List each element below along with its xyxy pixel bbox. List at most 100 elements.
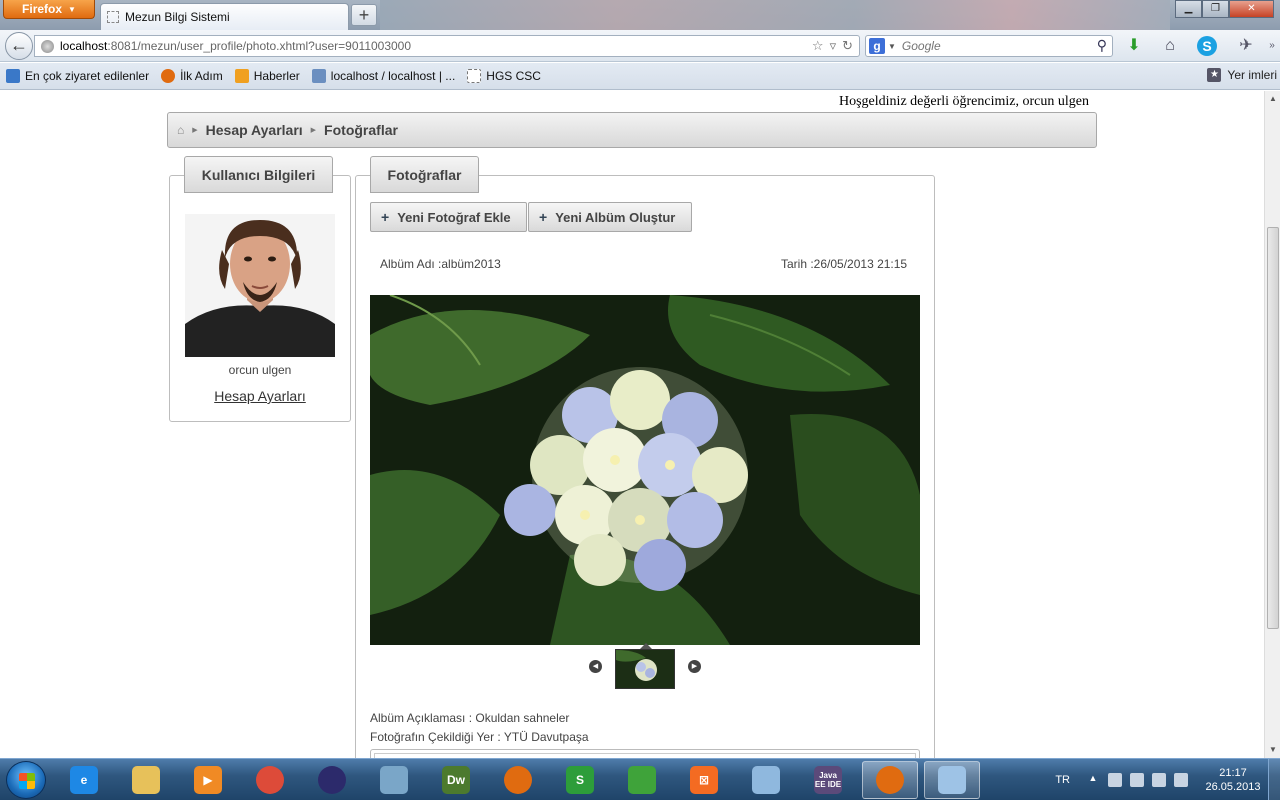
- new-album-button[interactable]: + Yeni Albüm Oluştur: [528, 202, 692, 232]
- taskbar-app-button[interactable]: [862, 761, 918, 799]
- chevron-right-icon: ▶: [310, 127, 317, 134]
- home-icon[interactable]: ⌂: [177, 123, 184, 137]
- scroll-down-icon[interactable]: ▼: [1265, 742, 1280, 758]
- button-label: Yeni Fotoğraf Ekle: [397, 209, 511, 225]
- taskbar-app-button[interactable]: ▶: [180, 761, 236, 799]
- album-description: Albüm Açıklaması : Okuldan sahneler: [370, 711, 570, 725]
- plus-icon: +: [381, 209, 390, 225]
- bookmark-item[interactable]: HGS CSC: [467, 69, 541, 83]
- phpmyadmin-icon: [311, 69, 326, 83]
- comment-area[interactable]: [370, 749, 920, 758]
- bookmark-label: localhost / localhost | ...: [330, 69, 456, 83]
- most-visited-icon: [6, 69, 20, 83]
- taskbar-app-button[interactable]: e: [56, 761, 112, 799]
- history-dropdown-icon[interactable]: ▿: [830, 38, 837, 54]
- chevron-up-icon[interactable]: ▲: [1086, 773, 1100, 787]
- firefox-menu-button[interactable]: Firefox ▼: [3, 0, 95, 19]
- bookmark-item[interactable]: localhost / localhost | ...: [311, 69, 456, 83]
- breadcrumb-item[interactable]: Hesap Ayarları: [206, 122, 303, 138]
- action-center-icon[interactable]: [1108, 773, 1122, 787]
- skype-icon[interactable]: S: [1197, 36, 1217, 56]
- next-arrow-icon[interactable]: ▶: [688, 660, 701, 673]
- main-photo[interactable]: [370, 295, 920, 645]
- home-icon[interactable]: ⌂: [1160, 36, 1180, 56]
- windows-logo-icon: [19, 773, 35, 789]
- dreamweaver-icon: Dw: [442, 766, 470, 794]
- avatar: [185, 214, 335, 357]
- new-tab-button[interactable]: +: [351, 4, 377, 26]
- chrome-icon: [256, 766, 284, 794]
- start-button[interactable]: [6, 761, 46, 799]
- album-date: Tarih :26/05/2013 21:15: [781, 257, 908, 271]
- search-icon[interactable]: ⚲: [1097, 37, 1107, 54]
- clock[interactable]: 21:17 26.05.2013: [1198, 766, 1268, 794]
- taskbar-app-button[interactable]: [304, 761, 360, 799]
- previous-arrow-icon[interactable]: ◀: [589, 660, 602, 673]
- breadcrumb-item[interactable]: Fotoğraflar: [324, 122, 398, 138]
- windows-taskbar: e ▶ Dw S ⊠ Java EE IDE TR ▲ 21:17 26.05.2013: [0, 758, 1280, 800]
- chevron-down-icon[interactable]: ▼: [888, 42, 896, 51]
- window-controls: ▁ ❐ ✕: [1175, 0, 1274, 18]
- xampp-icon: ⊠: [690, 766, 718, 794]
- java-ee-ide-icon: Java EE IDE: [814, 766, 842, 794]
- add-photo-button[interactable]: + Yeni Fotoğraf Ekle: [370, 202, 527, 232]
- page-content: Hoşgeldiniz değerli öğrencimiz, orcun ul…: [0, 91, 1264, 758]
- back-arrow-icon[interactable]: ←: [5, 32, 33, 60]
- blank-page-icon: [107, 11, 119, 23]
- chevron-right-icon[interactable]: »: [1262, 36, 1280, 56]
- bookmark-item[interactable]: Haberler: [234, 69, 300, 83]
- close-icon[interactable]: ✕: [1229, 0, 1274, 18]
- firefox-active-icon: [876, 766, 904, 794]
- google-engine-icon[interactable]: g: [869, 38, 885, 54]
- scrollbar-thumb[interactable]: [1267, 227, 1279, 629]
- language-indicator[interactable]: TR: [1055, 774, 1070, 786]
- system-tray: TR ▲ 21:17 26.05.2013: [1055, 759, 1280, 800]
- panel-title: Kullanıcı Bilgileri: [184, 156, 333, 193]
- minimize-icon[interactable]: ▁: [1175, 0, 1202, 18]
- search-bar[interactable]: g ▼ ⚲: [865, 35, 1113, 57]
- maximize-icon[interactable]: ❐: [1202, 0, 1229, 18]
- search-input[interactable]: [901, 39, 1092, 53]
- bookmark-item[interactable]: En çok ziyaret edilenler: [6, 69, 149, 83]
- database-icon: [380, 766, 408, 794]
- taskbar-app-button[interactable]: [242, 761, 298, 799]
- show-desktop-button[interactable]: [1268, 759, 1280, 800]
- taskbar-app-button[interactable]: [490, 761, 546, 799]
- taskbar-app-button[interactable]: [614, 761, 670, 799]
- taskbar-app-button[interactable]: S: [552, 761, 608, 799]
- reload-icon[interactable]: ↻: [842, 38, 853, 54]
- account-settings-link[interactable]: Hesap Ayarları: [169, 388, 351, 404]
- taskbar-app-button[interactable]: [118, 761, 174, 799]
- taskbar-app-button[interactable]: [738, 761, 794, 799]
- taskbar-app-button[interactable]: [366, 761, 422, 799]
- safely-remove-icon[interactable]: [1130, 773, 1144, 787]
- page-scrollbar[interactable]: ▲ ▼: [1264, 91, 1280, 758]
- browser-tab[interactable]: Mezun Bilgi Sistemi: [100, 3, 349, 30]
- s-app-icon: S: [566, 766, 594, 794]
- ie-icon: e: [70, 766, 98, 794]
- photo-thumbnail[interactable]: [615, 649, 675, 689]
- taskbar-app-button[interactable]: Dw: [428, 761, 484, 799]
- bookmarks-menu-button[interactable]: ★ Yer imleri: [1207, 68, 1277, 82]
- taskbar-app-button[interactable]: ⊠: [676, 761, 732, 799]
- button-label: Yeni Albüm Oluştur: [555, 209, 676, 225]
- volume-icon[interactable]: [1174, 773, 1188, 787]
- photo-location: Fotoğrafın Çekildiği Yer : YTÜ Davutpaşa: [370, 730, 589, 744]
- taskbar-app-button[interactable]: Java EE IDE: [800, 761, 856, 799]
- blank-page-icon: [467, 69, 482, 83]
- bookmark-label: En çok ziyaret edilenler: [25, 69, 150, 83]
- bookmark-star-icon[interactable]: ☆: [812, 38, 824, 54]
- network-icon[interactable]: [1152, 773, 1166, 787]
- url-bar[interactable]: localhost :8081/mezun/user_profile/photo…: [34, 35, 860, 57]
- clock-time: 21:17: [1219, 767, 1247, 779]
- url-host: localhost: [60, 39, 108, 53]
- download-icon[interactable]: ⬇: [1124, 36, 1144, 56]
- taskbar-app-button[interactable]: [924, 761, 980, 799]
- bookmark-item[interactable]: İlk Adım: [161, 69, 223, 83]
- scroll-up-icon[interactable]: ▲: [1265, 91, 1280, 107]
- rss-icon: [234, 69, 249, 83]
- addon-icon[interactable]: ✈: [1236, 36, 1256, 56]
- welcome-message: Hoşgeldiniz değerli öğrencimiz, orcun ul…: [839, 94, 1089, 109]
- clock-date: 26.05.2013: [1205, 781, 1261, 793]
- bookmark-label: İlk Adım: [180, 69, 223, 83]
